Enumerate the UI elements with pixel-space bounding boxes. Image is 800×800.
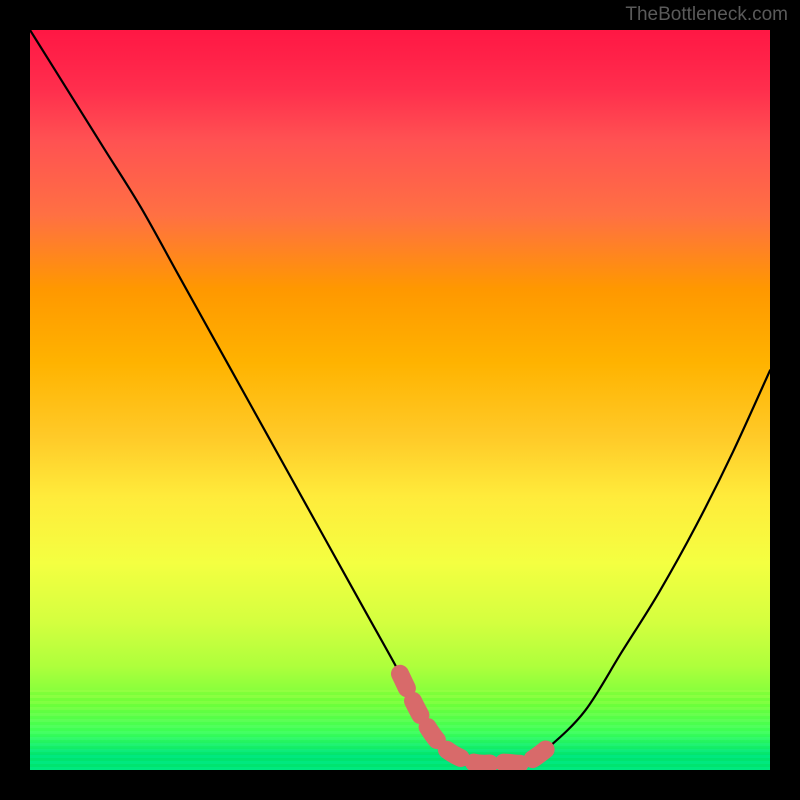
chart-svg: [30, 30, 770, 770]
plot-area: [30, 30, 770, 770]
chart-container: TheBottleneck.com: [0, 0, 800, 800]
curve-line: [30, 30, 770, 764]
highlight-band: [400, 674, 548, 764]
watermark-text: TheBottleneck.com: [625, 4, 788, 26]
